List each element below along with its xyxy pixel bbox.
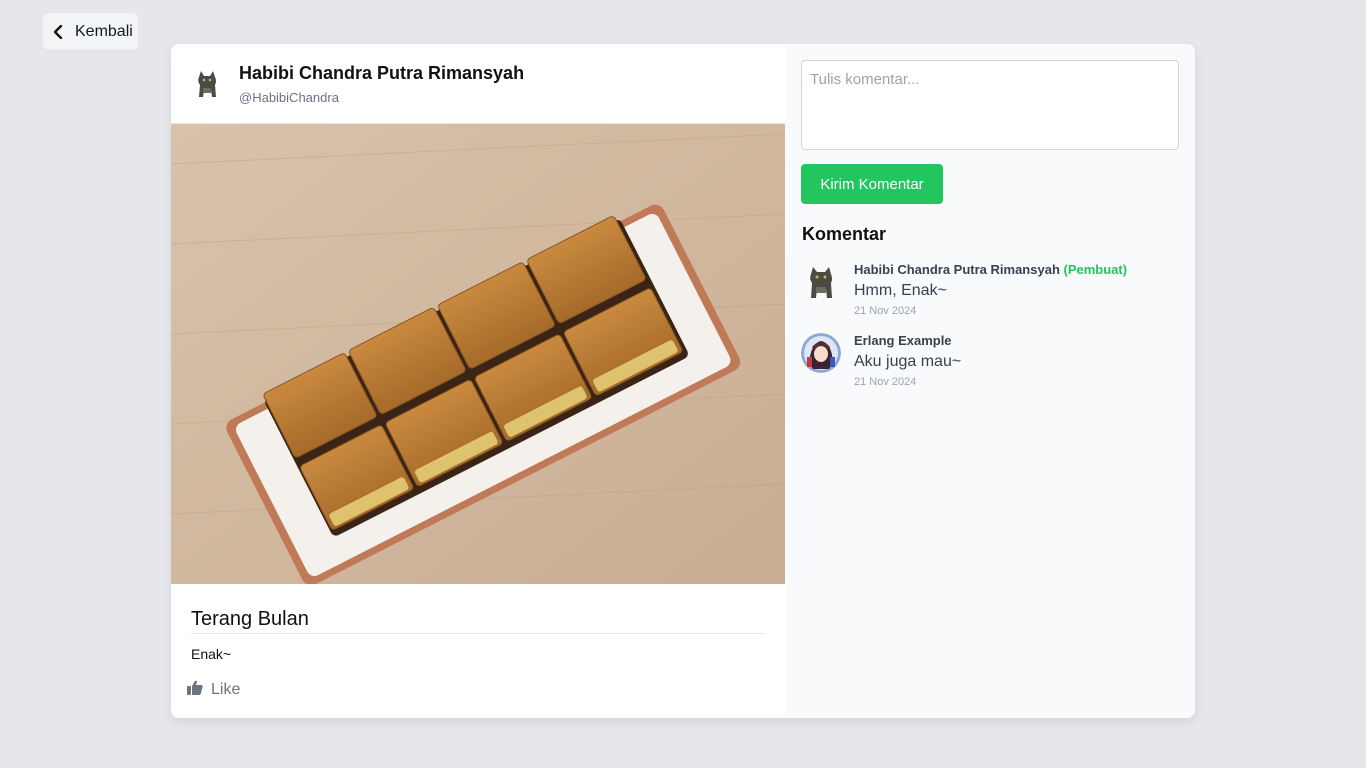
comment-input[interactable]	[801, 60, 1179, 150]
post-header: Habibi Chandra Putra Rimansyah @HabibiCh…	[171, 44, 785, 124]
comment-date: 21 Nov 2024	[854, 376, 917, 388]
back-button[interactable]: Kembali	[43, 13, 138, 50]
post-panel: Habibi Chandra Putra Rimansyah @HabibiCh…	[171, 44, 785, 718]
chevron-left-icon	[51, 24, 65, 39]
cat-icon	[191, 67, 223, 100]
back-button-label: Kembali	[75, 22, 133, 40]
comment-text: Hmm, Enak~	[854, 282, 947, 299]
commenter-avatar[interactable]	[801, 333, 841, 373]
author-avatar[interactable]	[191, 67, 223, 100]
commenter-name[interactable]: Habibi Chandra Putra Rimansyah	[854, 262, 1060, 277]
post-title: Terang Bulan	[191, 608, 765, 634]
author-name[interactable]: Habibi Chandra Putra Rimansyah	[239, 63, 524, 84]
comment-item: Habibi Chandra Putra Rimansyah (Pembuat)…	[801, 262, 1179, 317]
like-label: Like	[211, 681, 241, 698]
comment-list: Habibi Chandra Putra Rimansyah (Pembuat)…	[801, 262, 1179, 404]
author-handle: @HabibiChandra	[239, 89, 339, 105]
like-button[interactable]: Like	[187, 680, 240, 700]
comment-date: 21 Nov 2024	[854, 305, 917, 317]
post-description: Enak~	[191, 646, 232, 662]
post-image	[171, 124, 785, 584]
send-comment-button[interactable]: Kirim Komentar	[801, 164, 943, 204]
commenter-name[interactable]: Erlang Example	[854, 333, 952, 348]
author-badge: (Pembuat)	[1063, 262, 1128, 277]
commenter-name-line: Erlang Example	[854, 333, 961, 348]
comment-text: Aku juga mau~	[854, 353, 962, 370]
comment-item: Erlang Example Aku juga mau~ 21 Nov 2024	[801, 333, 1179, 388]
thumbs-up-icon	[187, 680, 203, 700]
cat-icon	[801, 262, 841, 302]
commenter-avatar[interactable]	[801, 262, 841, 302]
comments-heading: Komentar	[802, 224, 887, 244]
commenter-name-line: Habibi Chandra Putra Rimansyah (Pembuat)	[854, 262, 1127, 277]
anime-avatar-icon	[801, 333, 841, 373]
post-card: Habibi Chandra Putra Rimansyah @HabibiCh…	[171, 44, 1195, 718]
comments-panel: Kirim Komentar Komentar Habibi Chandra P…	[785, 44, 1195, 718]
